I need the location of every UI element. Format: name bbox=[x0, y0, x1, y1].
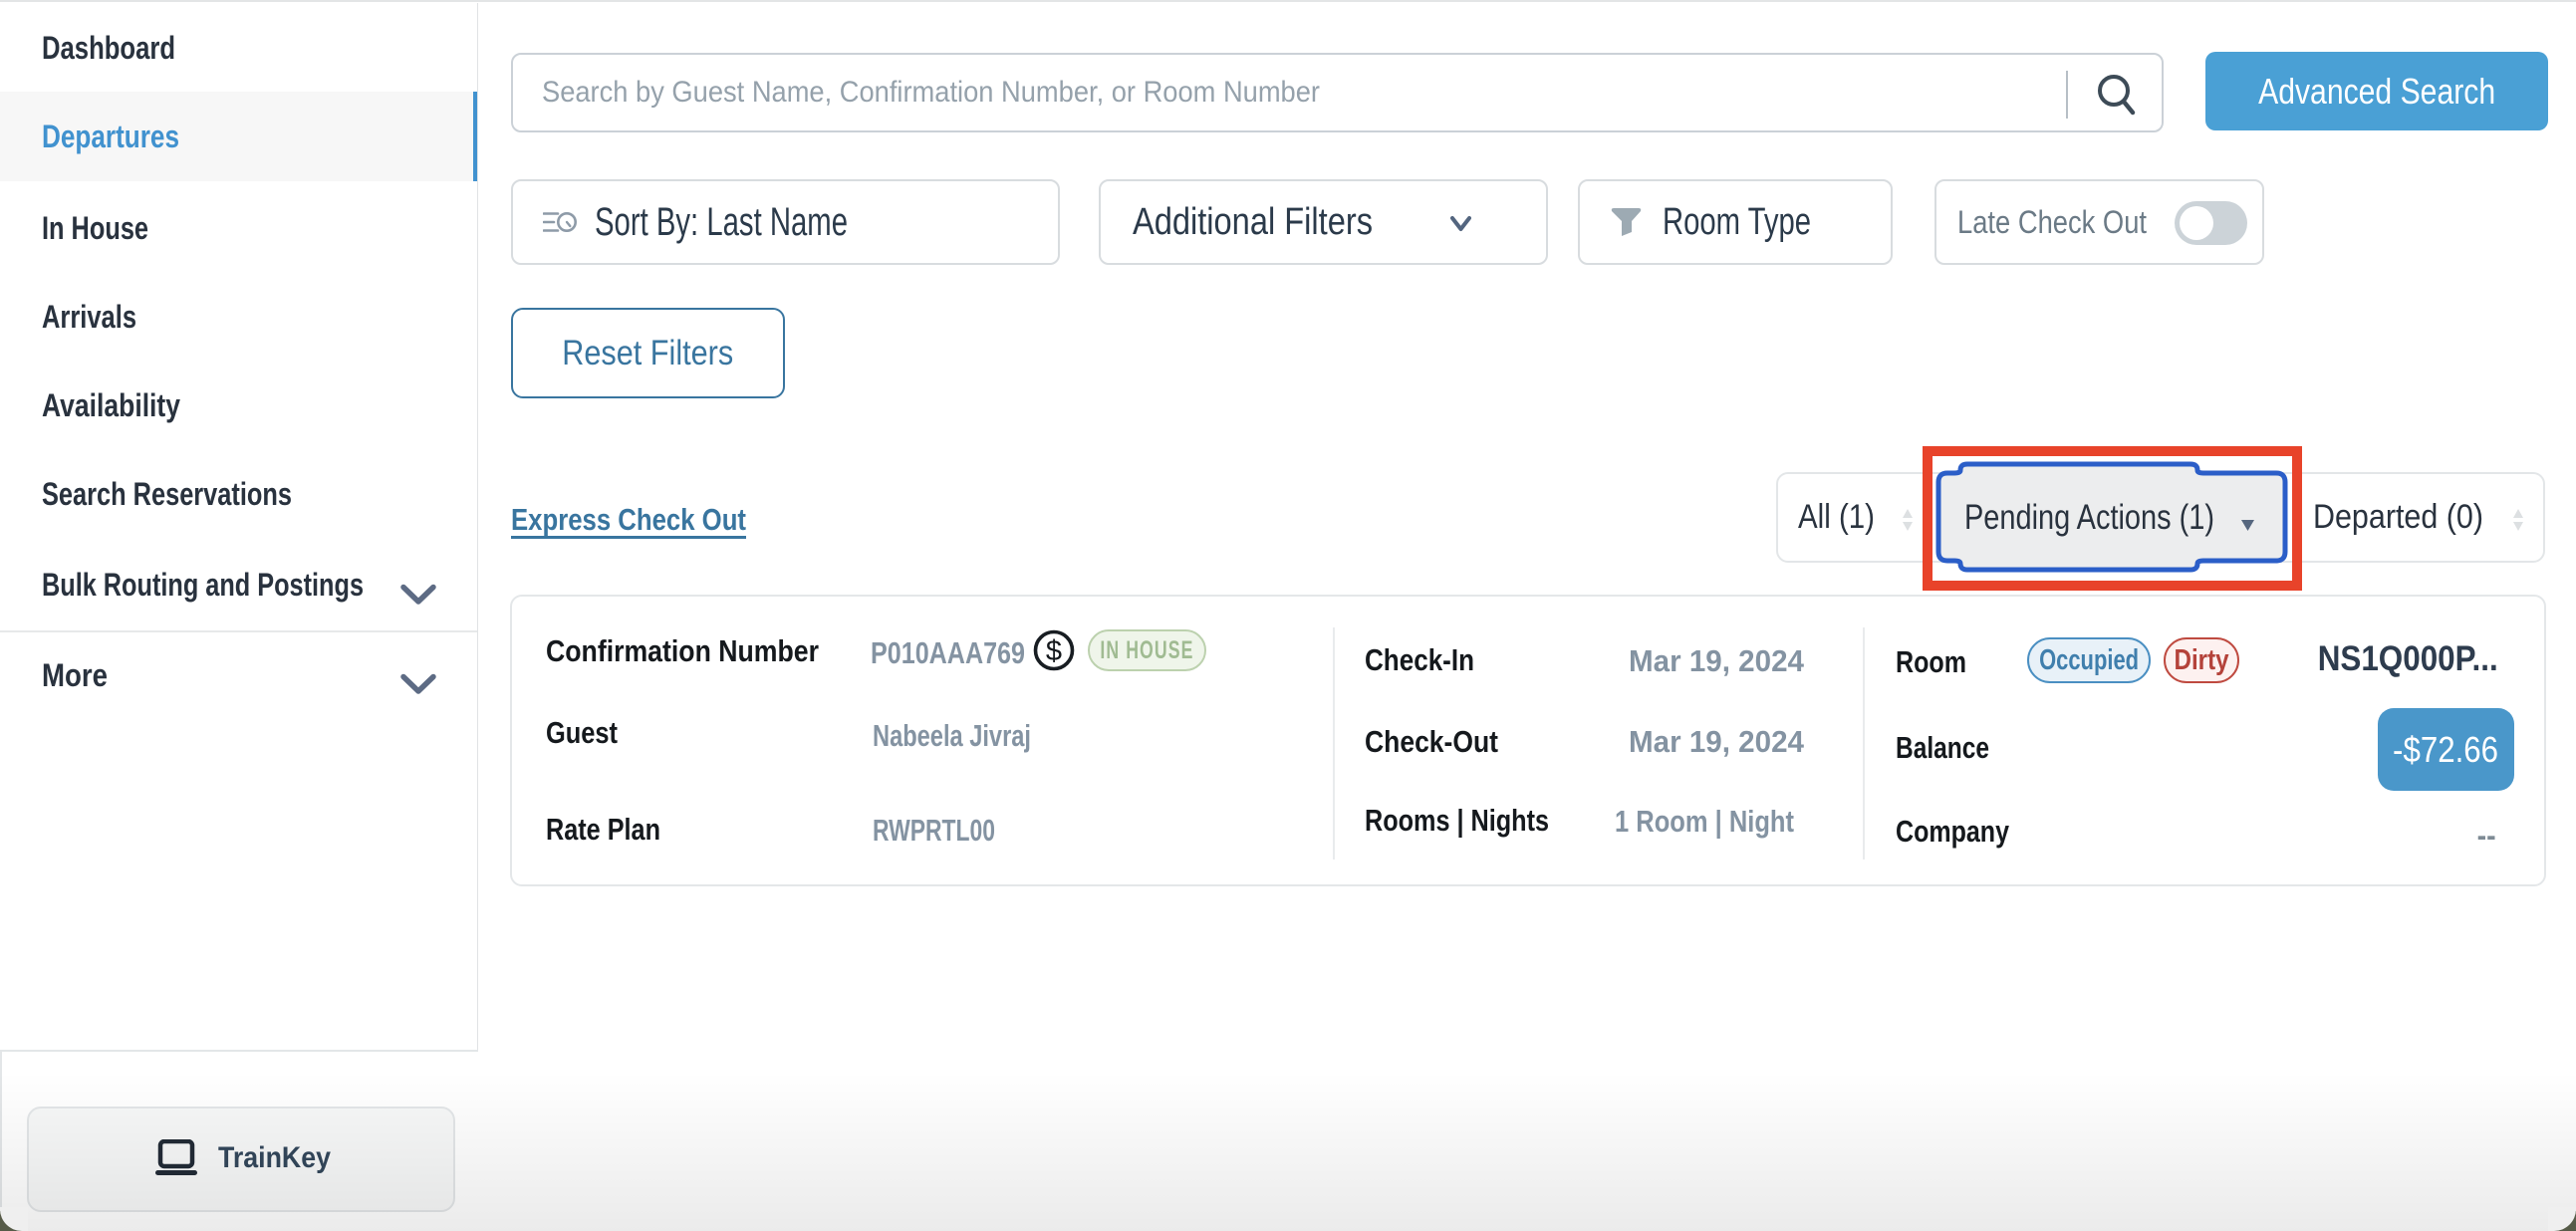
svg-text:$: $ bbox=[1046, 635, 1062, 667]
